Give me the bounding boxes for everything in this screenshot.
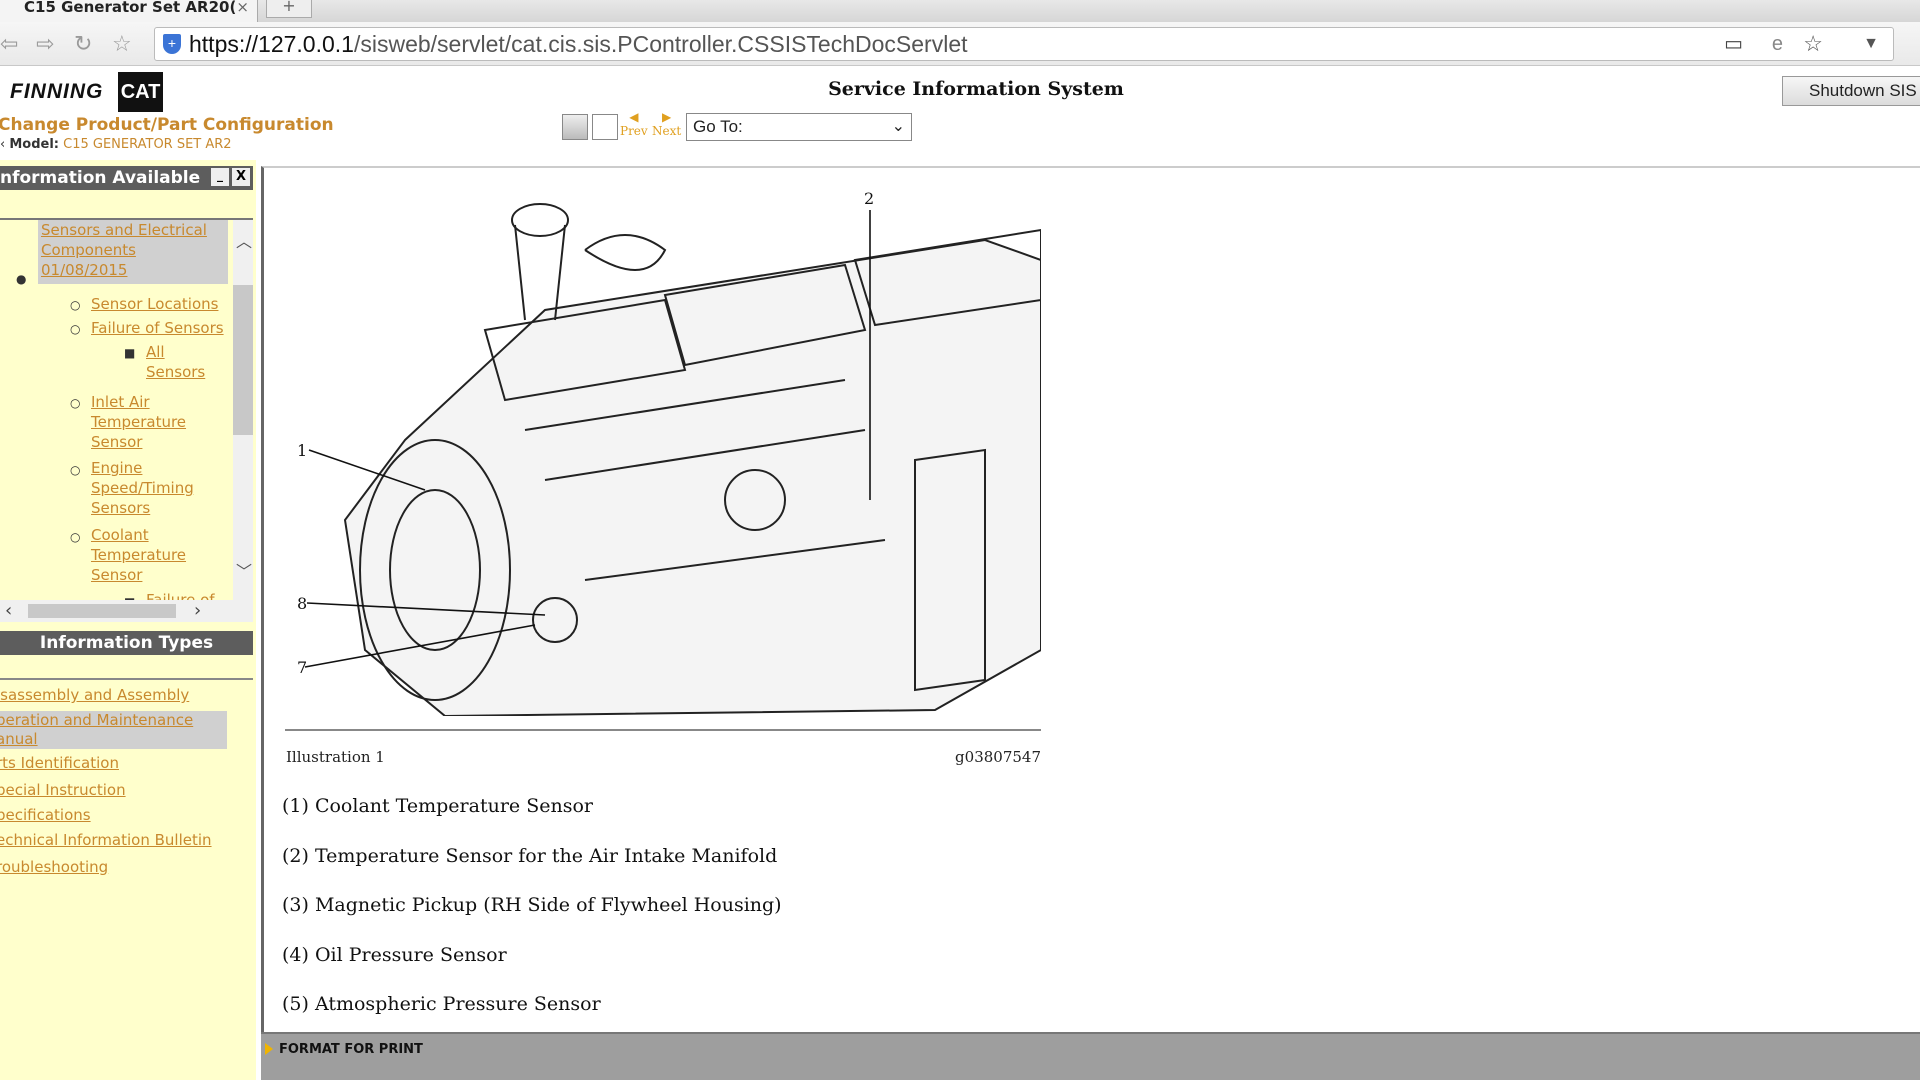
info-type-link[interactable]: roubleshooting <box>0 858 108 877</box>
tree-item[interactable]: Sensors and Electrical Components 01/08/… <box>41 220 221 280</box>
engine-illustration: 1 2 7 8 <box>297 189 1041 716</box>
popup-blocked-icon[interactable]: ▭ <box>1724 28 1743 60</box>
format-for-print-link[interactable]: FORMAT FOR PRINT <box>279 1042 423 1057</box>
address-bar[interactable]: + https://127.0.0.1/sisweb/servlet/cat.c… <box>154 27 1894 61</box>
goto-select[interactable]: Go To: ⌄ <box>686 113 912 141</box>
next-button[interactable]: ▶ Next <box>652 110 681 138</box>
circle-bullet-icon: ○ <box>70 396 81 410</box>
tree-item[interactable]: All Sensors <box>146 342 216 382</box>
url-path: /sisweb/servlet/cat.cis.sis.PController.… <box>353 31 968 57</box>
callout-2: 2 <box>864 189 874 208</box>
tree-item[interactable]: Engine Speed/Timing Sensors <box>91 458 211 518</box>
info-type-link[interactable]: pecifications <box>0 806 91 825</box>
ie-icon[interactable]: e <box>1772 28 1783 60</box>
goto-value: Go To: <box>693 117 743 136</box>
circle-bullet-icon: ○ <box>70 298 81 312</box>
tree-item[interactable]: Failure of Sensors <box>91 318 224 338</box>
circle-bullet-icon: ○ <box>70 463 81 477</box>
info-types-header: Information Types <box>0 631 253 655</box>
back-icon[interactable]: ⇦ <box>0 32 18 57</box>
callout-1: 1 <box>297 441 307 460</box>
callout-7: 7 <box>297 658 307 677</box>
model-info: ‹ Model: C15 GENERATOR SET AR2 <box>0 137 232 152</box>
info-type-link[interactable]: echnical Information Bulletin <box>0 831 212 850</box>
tree-item[interactable]: Coolant Temperature Sensor <box>91 525 201 585</box>
navigation-bar: ⇦ ⇨ ↻ ☆ + https://127.0.0.1/sisweb/servl… <box>0 22 1920 66</box>
change-configuration-link[interactable]: Change Product/Part Configuration <box>0 115 334 135</box>
scrollbar-thumb[interactable] <box>28 604 176 618</box>
url-host: https://127.0.0.1 <box>189 31 354 57</box>
home-star-icon[interactable]: ☆ <box>112 32 132 57</box>
scroll-right-icon[interactable]: › <box>194 600 201 621</box>
browser-tab[interactable]: C15 Generator Set AR20(× <box>0 0 258 22</box>
legend-item: (3) Magnetic Pickup (RH Side of Flywheel… <box>282 894 782 916</box>
bullet-icon: ● <box>16 272 27 286</box>
prev-label: Prev <box>620 124 648 138</box>
bookmark-star-icon[interactable]: ☆ <box>1803 28 1823 60</box>
tree-item[interactable]: Inlet Air Temperature Sensor <box>91 392 201 452</box>
circle-bullet-icon: ○ <box>70 530 81 544</box>
model-label: Model: <box>9 137 59 152</box>
circle-bullet-icon: ○ <box>70 322 81 336</box>
settings-icon-button[interactable] <box>562 114 588 140</box>
scroll-up-icon[interactable]: ︿ <box>236 228 252 252</box>
prev-button[interactable]: ◀ Prev <box>620 110 648 138</box>
info-type-link[interactable]: rts Identification <box>0 754 119 773</box>
tab-title: C15 Generator Set AR20( <box>24 0 237 16</box>
info-type-link[interactable]: peration and Maintenance anual <box>0 711 206 749</box>
legend-item: (1) Coolant Temperature Sensor <box>282 795 593 817</box>
close-icon[interactable]: X <box>232 168 250 186</box>
scrollbar-thumb[interactable] <box>233 285 253 435</box>
page-title: Service Information System <box>828 78 1124 100</box>
callout-8: 8 <box>297 594 307 613</box>
illustration-id: g03807547 <box>955 748 1041 766</box>
info-available-title: nformation Available <box>0 168 201 188</box>
legend-item: (2) Temperature Sensor for the Air Intak… <box>282 845 778 867</box>
new-tab-button[interactable]: + <box>266 0 312 18</box>
chevron-down-icon: ⌄ <box>891 118 905 135</box>
scroll-down-icon[interactable]: ﹀ <box>236 558 252 582</box>
square-bullet-icon: ■ <box>124 346 136 360</box>
info-type-link[interactable]: isassembly and Assembly <box>0 686 189 705</box>
info-available-header: nformation Available _ X <box>0 166 253 190</box>
forward-icon[interactable]: ⇨ <box>36 32 54 57</box>
shutdown-button[interactable]: Shutdown SIS <box>1782 76 1920 106</box>
legend-item: (5) Atmospheric Pressure Sensor <box>282 993 601 1015</box>
illustration-label: Illustration 1 <box>286 748 385 766</box>
document-tree: Sensors and Electrical Components 01/08/… <box>0 218 253 600</box>
close-tab-icon[interactable]: × <box>236 0 249 15</box>
reload-icon[interactable]: ↻ <box>74 32 92 57</box>
arrow-right-icon <box>265 1043 273 1055</box>
document-icon-button[interactable] <box>592 114 618 140</box>
shield-icon: + <box>163 34 181 54</box>
next-label: Next <box>652 124 682 138</box>
model-value: C15 GENERATOR SET AR2 <box>63 137 232 152</box>
footer-bar: FORMAT FOR PRINT <box>261 1032 1920 1080</box>
scroll-left-icon[interactable]: ‹ <box>5 600 12 621</box>
divider <box>285 729 1041 731</box>
minimize-icon[interactable]: _ <box>211 168 229 186</box>
dropdown-icon[interactable]: ▼ <box>1863 28 1879 60</box>
legend-item: (4) Oil Pressure Sensor <box>282 944 507 966</box>
info-type-link[interactable]: pecial Instruction <box>0 781 126 800</box>
tree-item[interactable]: Failure of <box>146 590 215 600</box>
tree-item[interactable]: Sensor Locations <box>91 294 218 314</box>
